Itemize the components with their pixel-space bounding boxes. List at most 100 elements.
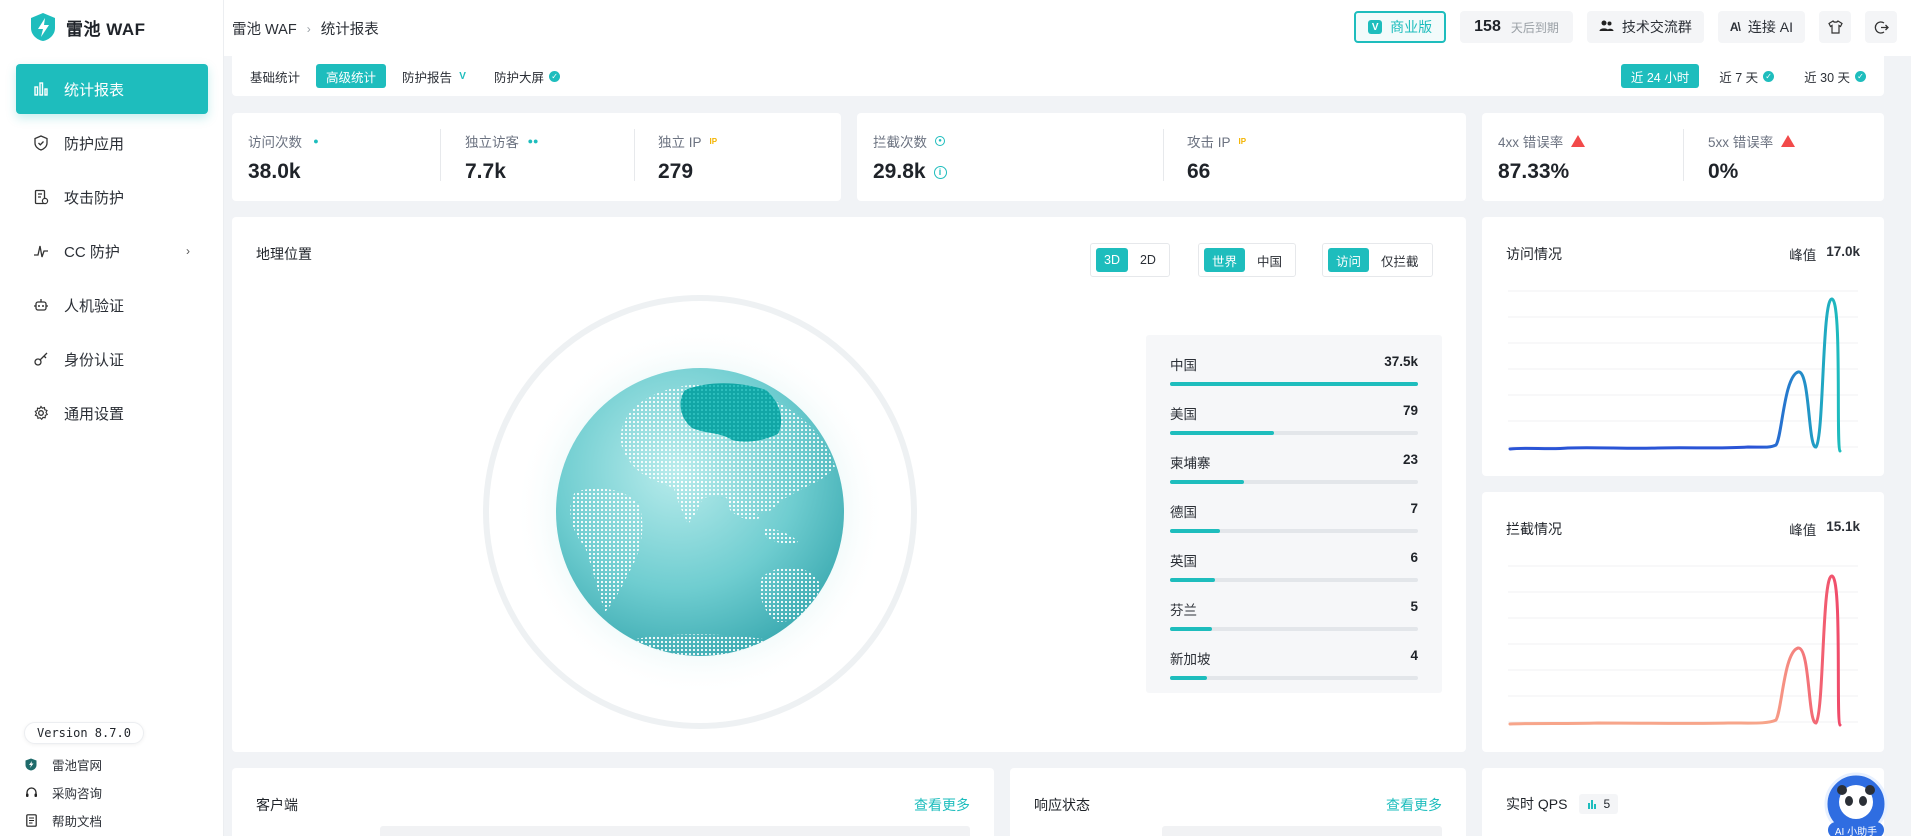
country-progress-fill xyxy=(1170,431,1275,435)
tab-30d[interactable]: 近 30 天 ✓ xyxy=(1794,64,1876,88)
country-progress-track xyxy=(1170,676,1418,680)
country-progress-track xyxy=(1170,627,1418,631)
users-icon: ●● xyxy=(527,136,539,146)
ip-icon: IP xyxy=(709,136,718,146)
sidebar-item-label: 身份认证 xyxy=(64,351,125,369)
sidebar-item-cc[interactable]: CC 防护 › xyxy=(16,226,208,276)
block-icon: ● xyxy=(935,136,945,146)
chevron-right-icon: › xyxy=(306,21,311,36)
user-icon: ● xyxy=(313,136,319,146)
community-button[interactable]: 技术交流群 xyxy=(1586,11,1704,43)
bar-chart-icon xyxy=(1588,800,1597,809)
country-row: 美国 79 xyxy=(1170,394,1418,443)
stats-type-tabs: 基础统计 高级统计 防护报告 V 防护大屏 ✓ xyxy=(240,64,570,88)
key-icon xyxy=(32,350,50,368)
stat-visits: 访问次数 ● 38.0k xyxy=(248,131,322,184)
clients-card: 客户端 查看更多 xyxy=(232,768,994,836)
country-progress-track xyxy=(1170,431,1418,435)
blocked-chart-title: 拦截情况 xyxy=(1506,521,1562,537)
country-name: 英国 xyxy=(1170,554,1197,569)
sidebar-item-label: 通用设置 xyxy=(64,405,125,423)
stat-blocked: 拦截次数 ● 29.8k i xyxy=(873,131,947,184)
tab-basic[interactable]: 基础统计 xyxy=(240,64,310,88)
sidebar-item-label: CC 防护 xyxy=(64,243,120,261)
country-ranking: 中国 37.5k 美国 79 柬埔寨 23 德国 7 英国 6 芬兰 5 新加坡 4 xyxy=(1146,335,1442,693)
sidebar-item-stats[interactable]: 统计报表 xyxy=(16,64,208,114)
shirt-icon-button[interactable] xyxy=(1819,11,1851,43)
ai-assistant-button[interactable]: AI 小助手 xyxy=(1824,772,1888,836)
pro-badge-icon: ✓ xyxy=(549,70,561,82)
sidebar: 雷池 WAF 统计报表 防护应用 攻击防护 CC 防护 › 人机验证 身份认证 … xyxy=(0,0,224,836)
stat-unique-ip: 独立 IP IP 279 xyxy=(658,135,718,183)
toggle-blocked-only[interactable]: 仅拦截 xyxy=(1373,248,1427,272)
footer-link-official[interactable]: 雷池官网 xyxy=(24,750,102,778)
sidebar-item-auth[interactable]: 身份认证 xyxy=(16,334,208,384)
connect-ai-button[interactable]: A\ 连接 AI xyxy=(1717,11,1805,43)
response-bar-placeholder xyxy=(1162,826,1442,836)
attack-stats-card: 拦截次数 ● 29.8k i 攻击 IP IP 66 xyxy=(857,113,1466,201)
blocked-line-chart[interactable] xyxy=(1508,562,1858,732)
country-progress-track xyxy=(1170,480,1418,484)
country-row: 柬埔寨 23 xyxy=(1170,443,1418,492)
clients-more-link[interactable]: 查看更多 xyxy=(914,795,970,815)
country-name: 新加坡 xyxy=(1170,652,1211,667)
tab-24h[interactable]: 近 24 小时 xyxy=(1620,64,1700,88)
country-row: 新加坡 4 xyxy=(1170,639,1418,688)
bar-chart-icon xyxy=(32,80,50,98)
globe-map[interactable] xyxy=(480,292,920,732)
tab-7d[interactable]: 近 7 天 ✓ xyxy=(1709,64,1784,88)
view-toggle: 3D 2D xyxy=(1090,243,1170,277)
lightning-shield-logo-icon xyxy=(31,13,55,41)
response-status-title: 响应状态 xyxy=(1034,797,1090,813)
assistant-label: AI 小助手 xyxy=(1828,822,1884,836)
top-header: 雷池 WAF › 统计报表 V 商业版 158 天后到期 技术交流群 A\ 连接… xyxy=(224,0,1911,56)
sidebar-item-label: 人机验证 xyxy=(64,297,125,315)
country-value: 7 xyxy=(1410,501,1418,516)
ai-icon: A\ xyxy=(1729,20,1741,34)
geo-title: 地理位置 xyxy=(256,246,312,262)
toggle-world[interactable]: 世界 xyxy=(1204,248,1246,272)
toggle-2d[interactable]: 2D xyxy=(1132,248,1164,272)
country-name: 德国 xyxy=(1170,505,1197,520)
breadcrumb-root[interactable]: 雷池 WAF xyxy=(232,18,297,39)
country-name: 芬兰 xyxy=(1170,603,1197,618)
edition-badge[interactable]: V 商业版 xyxy=(1354,11,1447,43)
toggle-visits[interactable]: 访问 xyxy=(1328,248,1370,272)
toggle-3d[interactable]: 3D xyxy=(1096,248,1128,272)
sidebar-item-captcha[interactable]: 人机验证 xyxy=(16,280,208,330)
tab-report[interactable]: 防护报告 V xyxy=(392,64,478,88)
sidebar-item-apps[interactable]: 防护应用 xyxy=(16,118,208,168)
divider xyxy=(634,129,635,181)
response-status-card: 响应状态 查看更多 xyxy=(1010,768,1466,836)
sidebar-item-label: 攻击防护 xyxy=(64,189,125,207)
country-progress-track xyxy=(1170,529,1418,533)
sidebar-item-attack[interactable]: 攻击防护 xyxy=(16,172,208,222)
response-more-link[interactable]: 查看更多 xyxy=(1386,795,1442,815)
country-value: 4 xyxy=(1410,648,1418,663)
sidebar-item-settings[interactable]: 通用设置 xyxy=(16,388,208,438)
tab-advanced[interactable]: 高级统计 xyxy=(316,64,387,88)
traffic-stats-card: 访问次数 ● 38.0k 独立访客 ●● 7.7k 独立 IP IP 279 xyxy=(232,113,841,201)
pro-badge-icon: ✓ xyxy=(1763,70,1775,82)
visits-line-chart[interactable] xyxy=(1508,287,1858,457)
app-logo[interactable]: 雷池 WAF xyxy=(30,12,146,42)
country-name: 柬埔寨 xyxy=(1170,456,1211,471)
country-row: 中国 37.5k xyxy=(1170,345,1418,394)
license-expiry: 158 天后到期 xyxy=(1460,11,1573,43)
stat-unique-visitors: 独立访客 ●● 7.7k xyxy=(465,135,539,183)
footer-link-purchase[interactable]: 采购咨询 xyxy=(24,778,102,806)
scope-toggle: 世界 中国 xyxy=(1198,243,1297,277)
qps-title-row: 实时 QPS 5 xyxy=(1506,794,1619,814)
info-icon[interactable]: i xyxy=(933,165,947,179)
tab-big-screen[interactable]: 防护大屏 ✓ xyxy=(484,64,570,88)
logout-button[interactable] xyxy=(1865,11,1897,43)
toggle-china[interactable]: 中国 xyxy=(1249,248,1290,272)
shield-logo-icon xyxy=(24,757,38,771)
blocked-peak: 峰值 15.1k xyxy=(1789,519,1860,538)
footer-link-docs[interactable]: 帮助文档 xyxy=(24,806,102,834)
app-name: 雷池 WAF xyxy=(66,19,146,39)
country-row: 德国 7 xyxy=(1170,492,1418,541)
breadcrumb-current: 统计报表 xyxy=(320,22,379,38)
country-row: 英国 6 xyxy=(1170,541,1418,590)
divider xyxy=(440,129,441,181)
